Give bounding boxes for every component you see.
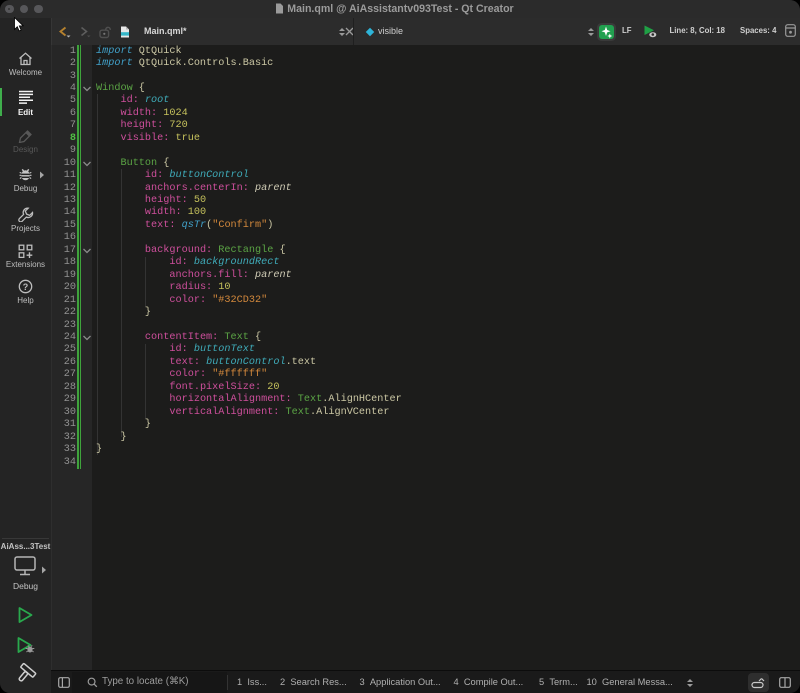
svg-text:?: ?	[23, 282, 29, 292]
